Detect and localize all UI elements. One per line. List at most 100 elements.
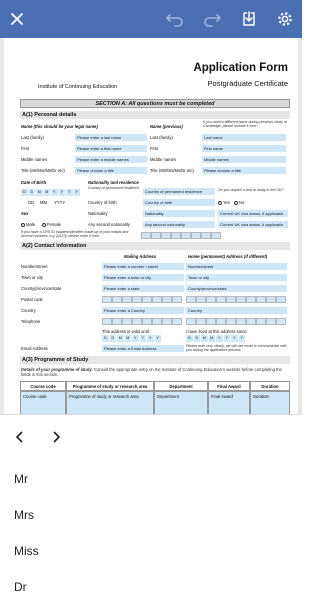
- mailing-country-field[interactable]: Please enter a Country: [102, 307, 184, 314]
- second-nationality-field[interactable]: Any second nationality: [143, 221, 215, 228]
- form-title: Application Form: [193, 62, 288, 74]
- second-nationality-label: Any second nationality: [88, 222, 130, 227]
- country-perm-field[interactable]: Country of permanent residence: [143, 188, 215, 195]
- last-name-field[interactable]: Please enter a last name: [75, 134, 147, 141]
- valid-until-label: This address is valid until:: [102, 329, 150, 334]
- home-town-field[interactable]: Town or city: [186, 274, 287, 281]
- street-label: Number/street: [21, 264, 48, 269]
- crs-id-note: If you have a CRS ID (student identifier…: [21, 230, 129, 239]
- picker-option-miss[interactable]: Miss: [0, 533, 302, 569]
- last-name-label: Last (family): [21, 135, 44, 140]
- close-icon[interactable]: [4, 6, 30, 32]
- programme-field: Programme of study or research area: [66, 391, 154, 414]
- home-telephone-boxes[interactable]: [186, 318, 286, 325]
- visa-option-yes[interactable]: Yes: [218, 200, 230, 205]
- lived-since-date-boxes[interactable]: DDMMYYYY: [186, 335, 245, 342]
- uk-visa-status-field-2[interactable]: Current UK visa status, if applicable: [218, 221, 288, 228]
- programme-table-row[interactable]: Course code Programme of study or resear…: [20, 391, 290, 414]
- sex-label: Sex: [21, 211, 29, 216]
- country-label: Country: [21, 308, 36, 313]
- nationality-heading: Nationality and residence: [88, 180, 139, 185]
- department-field: Department: [154, 391, 208, 414]
- sex-option-male[interactable]: Male: [21, 222, 35, 227]
- middle-names-field[interactable]: Please enter a middle names: [75, 156, 147, 163]
- prev-last-name-field[interactable]: Last name: [202, 134, 286, 141]
- email-note: Please note very clearly, we will use em…: [186, 344, 287, 353]
- undo-icon[interactable]: [162, 6, 188, 32]
- programme-table-header: Course code Programme of study or resear…: [20, 381, 290, 391]
- picker-option-mrs[interactable]: Mrs: [0, 497, 302, 533]
- home-street-field[interactable]: Number/street: [186, 263, 287, 270]
- title-field[interactable]: Please choose a title: [75, 167, 147, 174]
- visa-question: Do you require a visa to study in the UK…: [218, 188, 284, 192]
- dob-hint-year: YYYY: [54, 200, 66, 205]
- mailing-postal-code-boxes[interactable]: [102, 296, 182, 303]
- mailing-street-field[interactable]: Please enter a number / street: [102, 263, 184, 270]
- mailing-town-field[interactable]: Please enter a town or city: [102, 274, 184, 281]
- town-label: Town or city: [21, 275, 44, 280]
- settings-gear-icon[interactable]: [272, 6, 298, 32]
- prev-first-name-label: First: [150, 146, 159, 151]
- a2-heading: A(2) Contact information: [20, 242, 290, 250]
- visa-option-no[interactable]: No: [234, 200, 244, 205]
- email-label: Email Address: [21, 346, 48, 351]
- prev-middle-names-field[interactable]: Middle names: [202, 156, 286, 163]
- dob-hint-month: MM: [40, 200, 47, 205]
- prev-last-name-label: Last (family): [150, 135, 173, 140]
- prev-first-name-field[interactable]: First name: [202, 145, 286, 152]
- mailing-telephone-boxes[interactable]: [102, 318, 182, 325]
- redo-icon[interactable]: [199, 6, 225, 32]
- first-name-label: First: [21, 146, 30, 151]
- form-subtitle: Postgraduate Certificate: [207, 79, 288, 88]
- lived-since-label: I have lived at this address since:: [186, 329, 248, 334]
- dob-boxes[interactable]: DDMMYYYY: [21, 189, 80, 196]
- dob-heading: Date of Birth: [21, 180, 47, 185]
- uk-visa-status-field[interactable]: Current UK visa status, if applicable: [218, 210, 288, 217]
- telephone-label: Telephone: [21, 319, 41, 324]
- postal-code-label: Postal code: [21, 297, 43, 302]
- duration-field: Duration: [250, 391, 290, 414]
- state-label: County/province/state: [21, 286, 62, 291]
- prev-title-field[interactable]: Please choose a title: [202, 167, 286, 174]
- picker-option-dr[interactable]: Dr: [0, 569, 302, 605]
- legal-name-heading: Name (this should be your legal name): [21, 124, 98, 129]
- nationality-label: Nationality: [88, 211, 108, 216]
- sex-option-female[interactable]: Female: [42, 222, 61, 227]
- chevron-right-icon[interactable]: [44, 425, 68, 449]
- a1-heading: A(1) Personal details: [20, 111, 290, 119]
- app-toolbar: [0, 0, 302, 38]
- title-label: Title (Mr/Mrs/Ms/Dr etc): [21, 168, 65, 173]
- a3-heading: A(3) Programme of Study: [20, 356, 290, 364]
- picker-option-mr[interactable]: Mr: [0, 461, 302, 497]
- final-award-field: Final Award: [208, 391, 250, 414]
- mailing-address-heading: Mailing Address: [124, 254, 157, 259]
- middle-names-label: Middle names: [21, 157, 48, 162]
- course-code-field: Course code: [20, 391, 66, 414]
- institution-name: Institute of Continuing Education: [38, 84, 118, 90]
- section-a-banner: SECTION A: All questions must be complet…: [20, 99, 290, 108]
- valid-until-date-boxes[interactable]: DDMMYYYY: [102, 335, 161, 342]
- title-picker: Mr Mrs Miss Dr: [0, 414, 302, 606]
- prev-title-label: Title (Mr/Mrs/Ms/Dr etc): [150, 168, 194, 173]
- email-field[interactable]: Please enter a Email Address: [102, 345, 184, 352]
- home-postal-code-boxes[interactable]: [186, 296, 286, 303]
- save-download-icon[interactable]: [236, 6, 262, 32]
- a3-intro: Details of your programme of study. Cons…: [21, 367, 282, 377]
- first-name-field[interactable]: Please enter a first name: [75, 145, 147, 152]
- dob-hint-day: DD: [28, 200, 35, 205]
- home-country-field[interactable]: Country: [186, 307, 287, 314]
- country-birth-label: Country of birth: [88, 200, 117, 205]
- home-address-heading: Home (permanent) Address (if different): [188, 254, 268, 259]
- country-perm-label: Country of permanent residence: [88, 186, 140, 190]
- home-state-field[interactable]: County/province/state: [186, 285, 287, 292]
- document-viewer[interactable]: Application Form Postgraduate Certificat…: [0, 38, 302, 414]
- country-birth-field[interactable]: Country of birth: [143, 199, 215, 206]
- crs-id-boxes[interactable]: [141, 232, 221, 239]
- previous-name-heading: Name (previous): [150, 124, 183, 129]
- mailing-state-field[interactable]: Please enter a state: [102, 285, 184, 292]
- prev-middle-names-label: Middle names: [150, 157, 177, 162]
- chevron-left-icon[interactable]: [8, 425, 32, 449]
- form-page: Application Form Postgraduate Certificat…: [4, 38, 298, 414]
- previous-name-note: If you used a different name during prev…: [203, 120, 287, 129]
- nationality-field[interactable]: Nationality: [143, 210, 215, 217]
